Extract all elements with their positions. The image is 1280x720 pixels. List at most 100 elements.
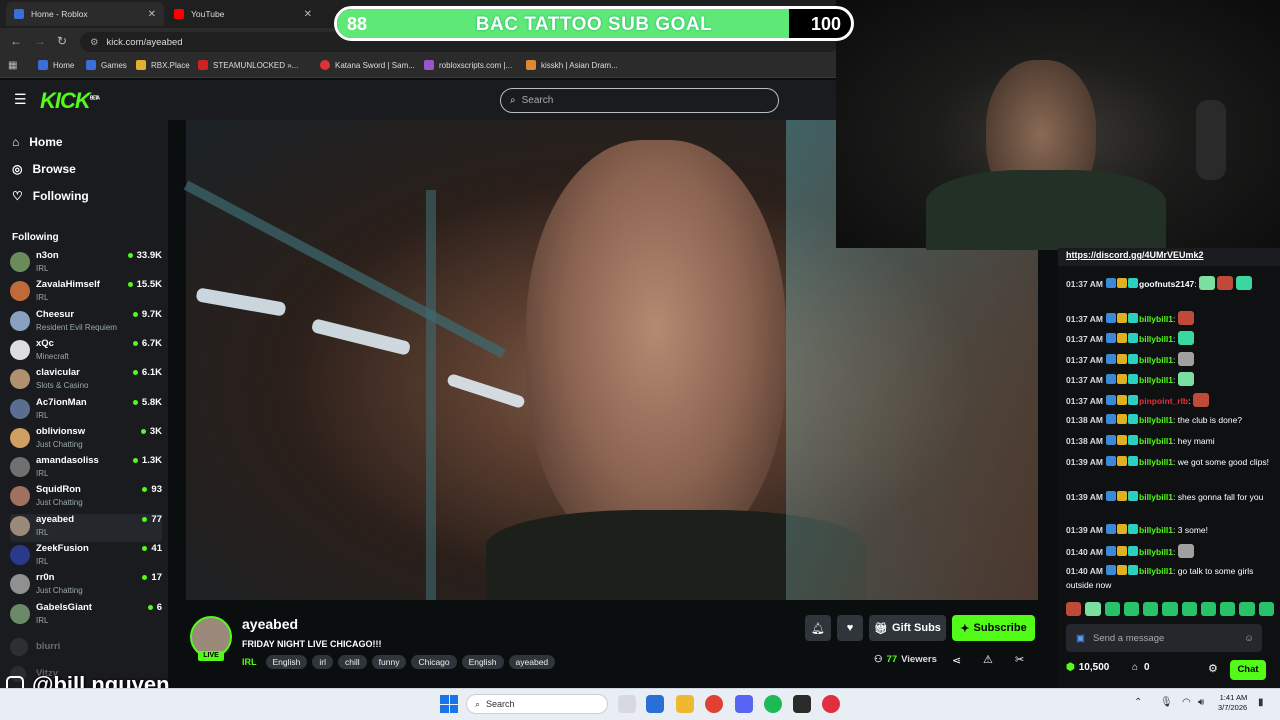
sidebar-channel-amandasoliss[interactable]: amandasoliss IRL 1.3K (10, 455, 162, 483)
clip-icon[interactable]: ✂ (1015, 653, 1024, 666)
quick-emote-icon[interactable] (1104, 602, 1120, 616)
sidebar-channel-ayeabed[interactable]: ayeabed IRL 77 (10, 513, 162, 542)
channel-points[interactable]: ⬢ 10,500 (1066, 662, 1109, 673)
sidebar-channel-cheesur[interactable]: Cheesur Resident Evil Requiem 9.7K (10, 309, 162, 337)
sidebar-channel-clavicular[interactable]: clavicular Slots & Casino 6.1K (10, 367, 162, 395)
stream-tag[interactable]: irl (312, 655, 333, 669)
wifi-icon[interactable]: ◠ (1182, 697, 1191, 708)
stream-tag[interactable]: English (461, 655, 504, 669)
discord-icon[interactable] (735, 695, 753, 713)
quick-emote-icon[interactable] (1181, 602, 1197, 616)
app-icon[interactable] (793, 695, 811, 713)
notification-icon[interactable]: ▮ (1258, 697, 1264, 708)
volume-icon[interactable]: 🔊︎ (1198, 697, 1204, 708)
bookmark-games[interactable]: Games (86, 60, 127, 70)
message-username[interactable]: goofnuts2147 (1139, 279, 1194, 289)
chat-settings-icon[interactable]: ⚙ (1208, 662, 1218, 675)
emoji-icon[interactable]: ☺ (1244, 633, 1254, 644)
store-icon[interactable] (646, 695, 664, 713)
windows-start-icon[interactable] (440, 695, 458, 713)
file-explorer-icon[interactable] (676, 695, 694, 713)
message-username[interactable]: billybill1 (1139, 457, 1173, 467)
sidebar-channel-zavalahimself[interactable]: ZavalaHimself IRL 15.5K (10, 279, 162, 307)
sidebar-nav-following[interactable]: ♡ Following (12, 189, 89, 203)
message-username[interactable]: billybill1 (1139, 436, 1173, 446)
quick-emote-icon[interactable] (1123, 602, 1140, 616)
gift-subs-button[interactable]: 🎁︎ Gift Subs (869, 615, 946, 641)
bookmark-rbx-place[interactable]: RBX.Place (136, 60, 190, 70)
sidebar-channel-zeekfusion[interactable]: ZeekFusion IRL 41 (10, 543, 162, 571)
offline-channel-blurri[interactable]: blurri (10, 638, 162, 656)
stream-tag[interactable]: funny (371, 655, 407, 669)
stream-tag[interactable]: chill (338, 655, 367, 669)
quick-emote-icon[interactable] (1143, 602, 1159, 616)
tab-roblox[interactable]: Home - Roblox ✕ (6, 2, 164, 26)
reload-icon[interactable]: ↻ (57, 34, 67, 48)
message-username[interactable]: billybill1 (1139, 334, 1173, 344)
hamburger-menu-icon[interactable]: ☰ (14, 91, 27, 108)
message-username[interactable]: billybill1 (1139, 566, 1173, 576)
system-clock[interactable]: 1:41 AM 3/7/2026 (1218, 693, 1247, 713)
sidebar-nav-browse[interactable]: ◎ Browse (12, 162, 76, 176)
share-icon[interactable]: ⋖ (952, 654, 961, 667)
sidebar-channel-ac7ionman[interactable]: Ac7ionMan IRL 5.8K (10, 397, 162, 425)
taskbar-search[interactable]: ⌕ Search (466, 694, 608, 714)
chrome-icon[interactable] (705, 695, 723, 713)
forward-icon[interactable]: → (34, 34, 46, 48)
sidebar-channel-n3on[interactable]: n3on IRL 33.9K (10, 250, 162, 278)
sidebar-channel-rr0n[interactable]: rr0n Just Chatting 17 (10, 572, 162, 600)
stream-tag[interactable]: ayeabed (508, 655, 556, 669)
apps-grid-icon[interactable]: ▦ (8, 60, 17, 71)
message-timestamp: 01:37 AM (1066, 279, 1104, 289)
box-counter[interactable]: ⌂ 0 (1132, 662, 1150, 673)
quick-emote-icon[interactable] (1066, 602, 1082, 616)
stream-tag[interactable]: English (265, 655, 308, 669)
message-username[interactable]: billybill1 (1139, 492, 1173, 502)
quick-emote-icon[interactable] (1220, 602, 1236, 616)
subscribe-button[interactable]: ✦ Subscribe (952, 615, 1035, 641)
quick-emote-icon[interactable] (1085, 602, 1101, 616)
quick-emote-icon[interactable] (1162, 602, 1178, 616)
bookmark-steamunlocked[interactable]: STEAMUNLOCKED »... (198, 60, 298, 70)
channel-name[interactable]: ayeabed (242, 616, 298, 632)
send-chat-button[interactable]: Chat (1230, 660, 1266, 680)
quick-emote-icon[interactable] (1200, 602, 1217, 616)
close-tab-icon[interactable]: ✕ (304, 9, 312, 20)
message-username[interactable]: billybill1 (1139, 375, 1173, 385)
sidebar-channel-oblivionsw[interactable]: oblivionsw Just Chatting 3K (10, 426, 162, 454)
notification-bell-button[interactable]: 🔔︎ (805, 615, 831, 641)
message-username[interactable]: billybill1 (1139, 314, 1173, 324)
back-icon[interactable]: ← (10, 34, 22, 48)
microphone-icon[interactable]: 🎙︎ (1160, 697, 1173, 708)
message-username[interactable]: billybill1 (1139, 547, 1173, 557)
report-icon[interactable]: ⚠ (983, 653, 993, 666)
quick-emote-icon[interactable] (1239, 602, 1255, 616)
tray-chevron-icon[interactable]: ⌃ (1134, 697, 1142, 708)
kick-logo[interactable]: KICKBETA (40, 88, 100, 114)
message-username[interactable]: billybill1 (1139, 525, 1173, 535)
sidebar-channel-squidron[interactable]: SquidRon Just Chatting 93 (10, 484, 162, 512)
message-username[interactable]: billybill1 (1139, 415, 1173, 425)
follow-button[interactable]: ♥ (837, 615, 863, 641)
chat-message-input[interactable]: ▣ Send a message ☺ (1066, 624, 1262, 652)
message-username[interactable]: billybill1 (1139, 355, 1173, 365)
stream-tag[interactable]: Chicago (411, 655, 457, 669)
bookmark-home[interactable]: Home (38, 60, 74, 70)
spotify-icon[interactable] (764, 695, 782, 713)
message-username[interactable]: pinpoint_rlb (1139, 396, 1188, 406)
bookmark-kisskh[interactable]: kisskh | Asian Dram... (526, 60, 618, 70)
tab-youtube[interactable]: YouTube ✕ (166, 2, 320, 26)
site-info-icon[interactable]: ⚙ (90, 37, 99, 48)
close-tab-icon[interactable]: ✕ (148, 9, 156, 20)
quick-emote-icon[interactable] (1258, 602, 1274, 616)
task-view-icon[interactable] (618, 695, 636, 713)
opera-icon[interactable] (822, 695, 840, 713)
bookmark-robloxscripts[interactable]: robloxscripts.com |... (424, 60, 512, 70)
stream-category-link[interactable]: IRL (242, 657, 257, 667)
sidebar-channel-xqc[interactable]: xQc Minecraft 6.7K (10, 338, 162, 366)
bookmark-katana[interactable]: Katana Sword | Sam... (320, 60, 415, 70)
sidebar-channel-gabelsgiant[interactable]: GabelsGiant IRL 6 (10, 602, 162, 630)
pinned-discord-link[interactable]: https://discord.gg/4UMrVEUmk2 (1058, 248, 1280, 266)
sidebar-nav-home[interactable]: ⌂ Home (12, 135, 63, 149)
search-input[interactable]: ⌕ Search (500, 88, 779, 113)
